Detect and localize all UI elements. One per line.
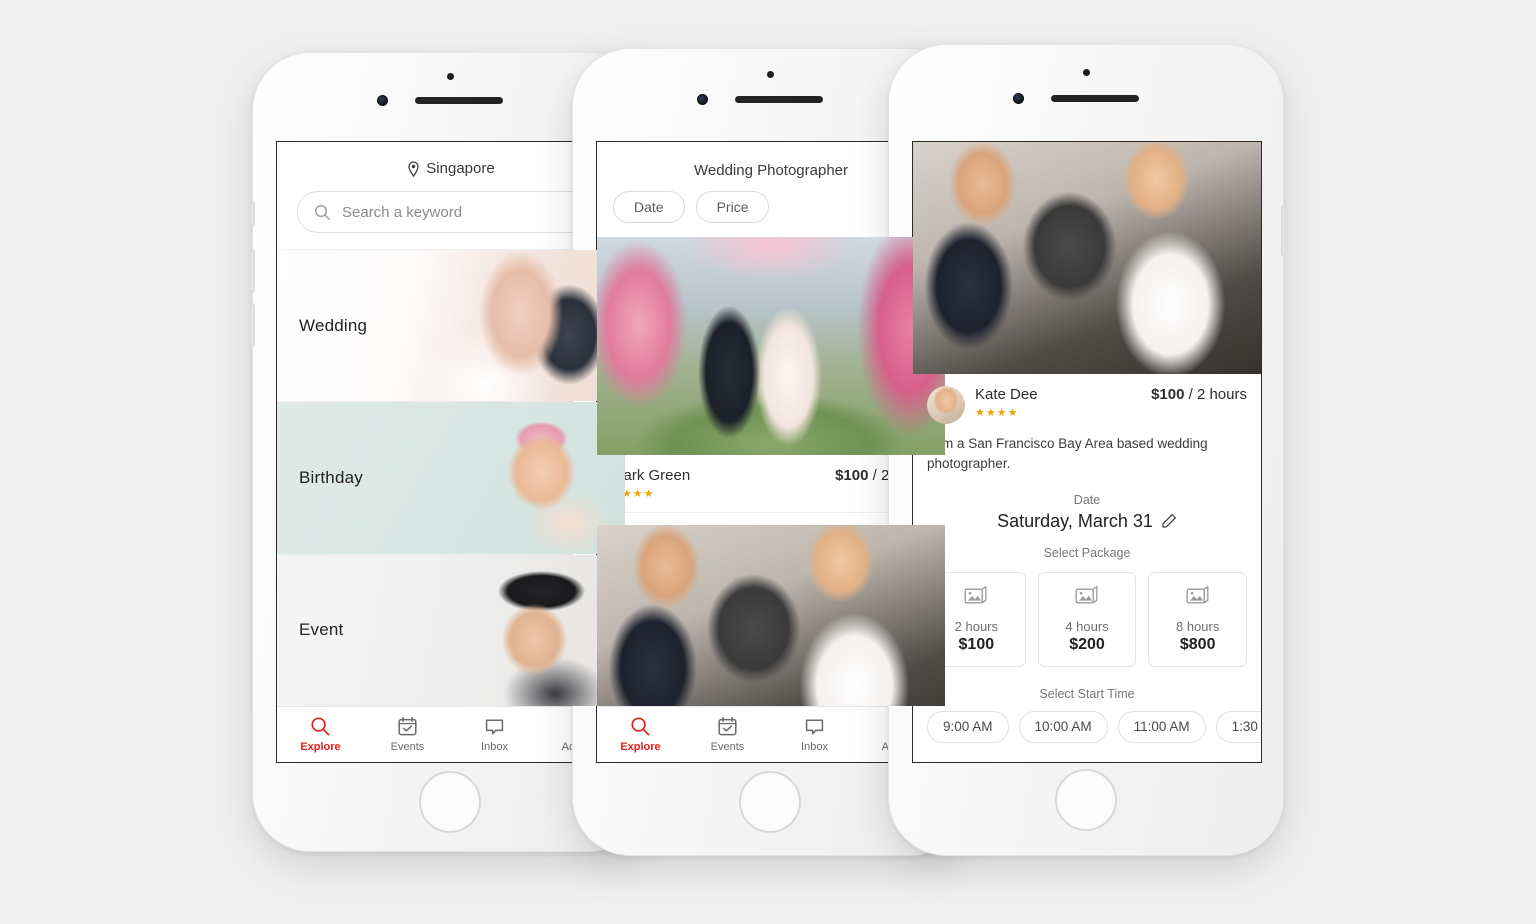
tab-inbox[interactable]: Inbox (451, 716, 538, 753)
avatar[interactable] (927, 386, 965, 424)
tab-label: Inbox (481, 741, 508, 753)
photographer-header: Kate Dee ★★★★ $100 / 2 hours (913, 374, 1261, 432)
search-icon (630, 716, 651, 737)
screenshot-canvas: Singapore Search a keyword Wedding Birth… (0, 0, 1536, 924)
volume-down-button[interactable] (250, 303, 255, 347)
time-label: 1:30 PM (1231, 719, 1261, 734)
package-options: 2 hours $100 4 hours $200 8 hours $800 (913, 560, 1261, 673)
package-option-4-hours[interactable]: 4 hours $200 (1037, 571, 1137, 667)
chat-bubble-icon (804, 716, 825, 737)
start-time-options: 9:00 AM 10:00 AM 11:00 AM 1:30 PM (913, 701, 1261, 743)
listing-card[interactable] (597, 525, 945, 706)
filter-label: Date (634, 199, 664, 215)
home-button[interactable] (419, 771, 481, 833)
date-value: Saturday, March 31 (997, 510, 1153, 531)
chat-bubble-icon (484, 716, 505, 737)
location-pin-icon (407, 160, 420, 177)
front-camera (1013, 93, 1024, 104)
listing-card-image (597, 237, 945, 455)
time-chip-11-00-am[interactable]: 11:00 AM (1117, 710, 1206, 743)
listing-card-image (597, 525, 945, 706)
search-input[interactable]: Search a keyword (297, 191, 605, 233)
package-hours: 8 hours (1175, 618, 1220, 634)
time-label: 11:00 AM (1133, 719, 1190, 734)
earpiece-speaker (735, 96, 823, 103)
time-label: 9:00 AM (943, 719, 993, 734)
filter-chip-date[interactable]: Date (613, 191, 685, 223)
search-placeholder: Search a keyword (342, 203, 463, 221)
package-price: $800 (1179, 635, 1216, 653)
tab-label: Events (710, 741, 745, 753)
package-price: $100 (958, 635, 995, 653)
home-button[interactable] (739, 771, 801, 833)
date-row[interactable]: Saturday, March 31 (913, 511, 1261, 532)
filter-chip-price[interactable]: Price (695, 191, 770, 223)
photo-icon (1186, 585, 1210, 606)
proximity-sensor (447, 73, 454, 80)
earpiece-speaker (415, 97, 503, 104)
category-list: Wedding Birthday Event (277, 249, 625, 706)
package-section-label: Select Package (1043, 545, 1131, 560)
package-option-8-hours[interactable]: 8 hours $800 (1148, 571, 1248, 667)
avatar-image (927, 386, 965, 424)
photo-couple-in-car (597, 525, 945, 706)
tab-label: Explore (620, 741, 661, 753)
search-icon (314, 204, 331, 221)
volume-up-button[interactable] (250, 249, 255, 293)
category-card-wedding[interactable]: Wedding (277, 249, 625, 402)
date-section-label: Date (1073, 492, 1101, 507)
filter-label: Price (716, 199, 749, 215)
tab-explore[interactable]: Explore (597, 716, 684, 753)
category-card-birthday[interactable]: Birthday (277, 401, 625, 554)
search-icon (310, 716, 331, 737)
time-chip-9-00-am[interactable]: 9:00 AM (927, 710, 1009, 743)
tab-label: Explore (300, 741, 341, 753)
package-hours: 4 hours (1065, 618, 1109, 634)
package-price: $200 (1069, 635, 1105, 653)
home-button[interactable] (1055, 769, 1117, 831)
tab-events[interactable]: Events (364, 716, 451, 753)
photo-icon (964, 585, 988, 606)
rating-stars: ★★★★ (975, 407, 1019, 419)
hero-carousel[interactable] (913, 142, 1261, 374)
tab-label: Events (390, 741, 425, 753)
price-amount: $100 (835, 467, 869, 484)
package-hours: 2 hours (954, 618, 999, 634)
time-label: 10:00 AM (1034, 719, 1092, 734)
tab-label: Inbox (801, 741, 828, 753)
photo-couple-in-car (913, 142, 1261, 374)
photographer-name: Kate Dee (975, 386, 1038, 403)
photo-couple-floral-arch (597, 237, 945, 455)
category-label: Event (299, 620, 344, 640)
power-button[interactable] (1281, 205, 1286, 257)
price-unit: / 2 hours (1188, 386, 1247, 403)
phone-detail: Kate Dee ★★★★ $100 / 2 hours I am a San … (888, 44, 1286, 856)
photo-icon (1075, 585, 1099, 606)
earpiece-speaker (1051, 95, 1139, 102)
detail-app: Kate Dee ★★★★ $100 / 2 hours I am a San … (913, 142, 1261, 762)
location-label: Singapore (426, 160, 495, 177)
category-card-event[interactable]: Event (277, 553, 625, 706)
tab-inbox[interactable]: Inbox (771, 716, 858, 753)
pencil-icon[interactable] (1161, 513, 1177, 529)
mute-switch[interactable] (250, 201, 255, 227)
screen-detail: Kate Dee ★★★★ $100 / 2 hours I am a San … (912, 141, 1262, 763)
time-chip-10-00-am[interactable]: 10:00 AM (1018, 710, 1108, 743)
front-camera (697, 94, 708, 105)
time-section-label: Select Start Time (1039, 686, 1135, 701)
tab-events[interactable]: Events (684, 716, 771, 753)
proximity-sensor (1083, 69, 1090, 76)
photographer-bio: I am a San Francisco Bay Area based wedd… (927, 436, 1208, 472)
price-amount: $100 (1151, 386, 1185, 403)
price: $100 / 2 hours (1151, 386, 1247, 403)
category-label: Wedding (299, 315, 368, 335)
category-label: Birthday (299, 467, 363, 487)
calendar-check-icon (717, 716, 738, 737)
time-chip-1-30-pm[interactable]: 1:30 PM (1215, 710, 1261, 743)
proximity-sensor (767, 71, 774, 78)
front-camera (377, 95, 388, 106)
calendar-check-icon (397, 716, 418, 737)
tab-explore[interactable]: Explore (277, 716, 364, 753)
